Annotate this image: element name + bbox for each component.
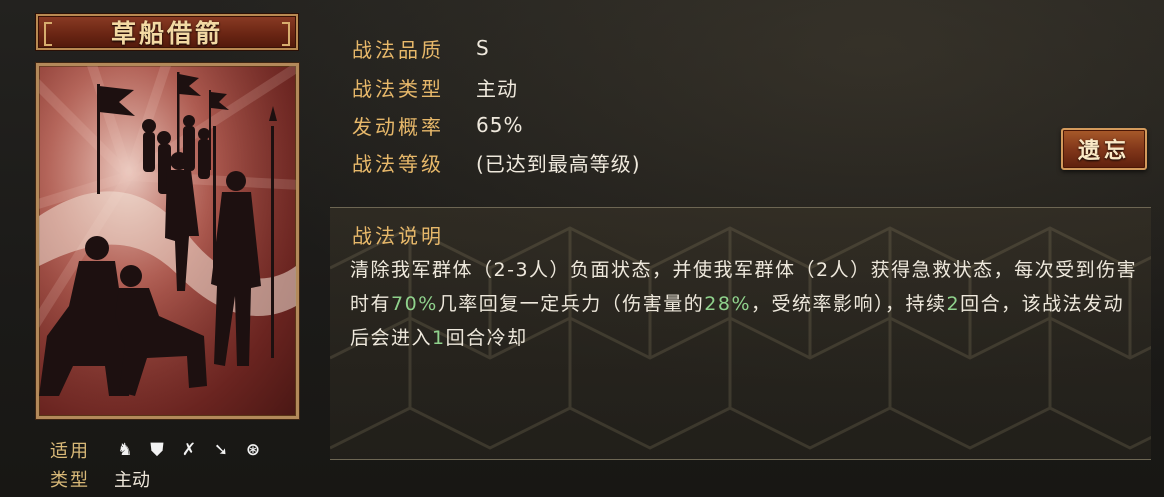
level-value: (已达到最高等级) [476, 151, 641, 176]
desc-part-2: 几率回复一定兵力（伤害量的 [437, 293, 705, 315]
skill-name: 草船借箭 [110, 19, 223, 48]
rate-value: 65% [476, 113, 524, 137]
skill-type-label: 战法类型 [352, 76, 444, 101]
desc-rate-value: 70% [391, 293, 438, 315]
level-label: 战法等级 [352, 151, 444, 176]
desc-cooldown-value: 1 [432, 327, 446, 349]
quality-value: S [476, 36, 490, 60]
desc-part-3: ，受统率影响），持续 [751, 293, 947, 315]
type-row: 战法类型 主动 [352, 70, 518, 104]
skill-card-art [36, 63, 299, 419]
description-text: 清除我军群体（2-3人）负面状态，并使我军群体（2人）获得急救状态，每次受到伤害… [350, 253, 1140, 355]
bow-icon: ✗ [181, 440, 197, 460]
rate-label: 发动概率 [352, 114, 444, 139]
forget-button-label: 遗忘 [1077, 138, 1130, 164]
desc-heal-value: 28% [704, 293, 751, 315]
skill-illustration [39, 66, 296, 416]
quality-row: 战法品质 S [352, 31, 490, 65]
forget-button[interactable]: 遗忘 [1061, 128, 1147, 170]
spear-icon: ➘ [213, 440, 229, 460]
type-label: 类型 [50, 470, 90, 491]
wheel-icon: ⊛ [245, 440, 261, 460]
type-value: 主动 [114, 470, 150, 491]
desc-duration-value: 2 [946, 293, 961, 315]
description-title: 战法说明 [352, 224, 444, 248]
troop-icons: ♞ ⛊ ✗ ➘ ⊛ [115, 440, 263, 460]
apply-label: 适用 [50, 441, 90, 462]
shield-icon: ⛊ [150, 440, 164, 460]
rate-row: 发动概率 65% [352, 108, 523, 142]
cavalry-icon: ♞ [117, 440, 133, 460]
desc-part-5: 回合冷却 [445, 327, 528, 349]
skill-title-plate: 草船借箭 [36, 14, 298, 50]
skill-type-value: 主动 [476, 76, 518, 101]
level-row: 战法等级 (已达到最高等级) [352, 145, 641, 179]
quality-label: 战法品质 [352, 37, 444, 62]
description-panel: 战法说明 清除我军群体（2-3人）负面状态，并使我军群体（2人）获得急救状态，每… [330, 207, 1151, 460]
